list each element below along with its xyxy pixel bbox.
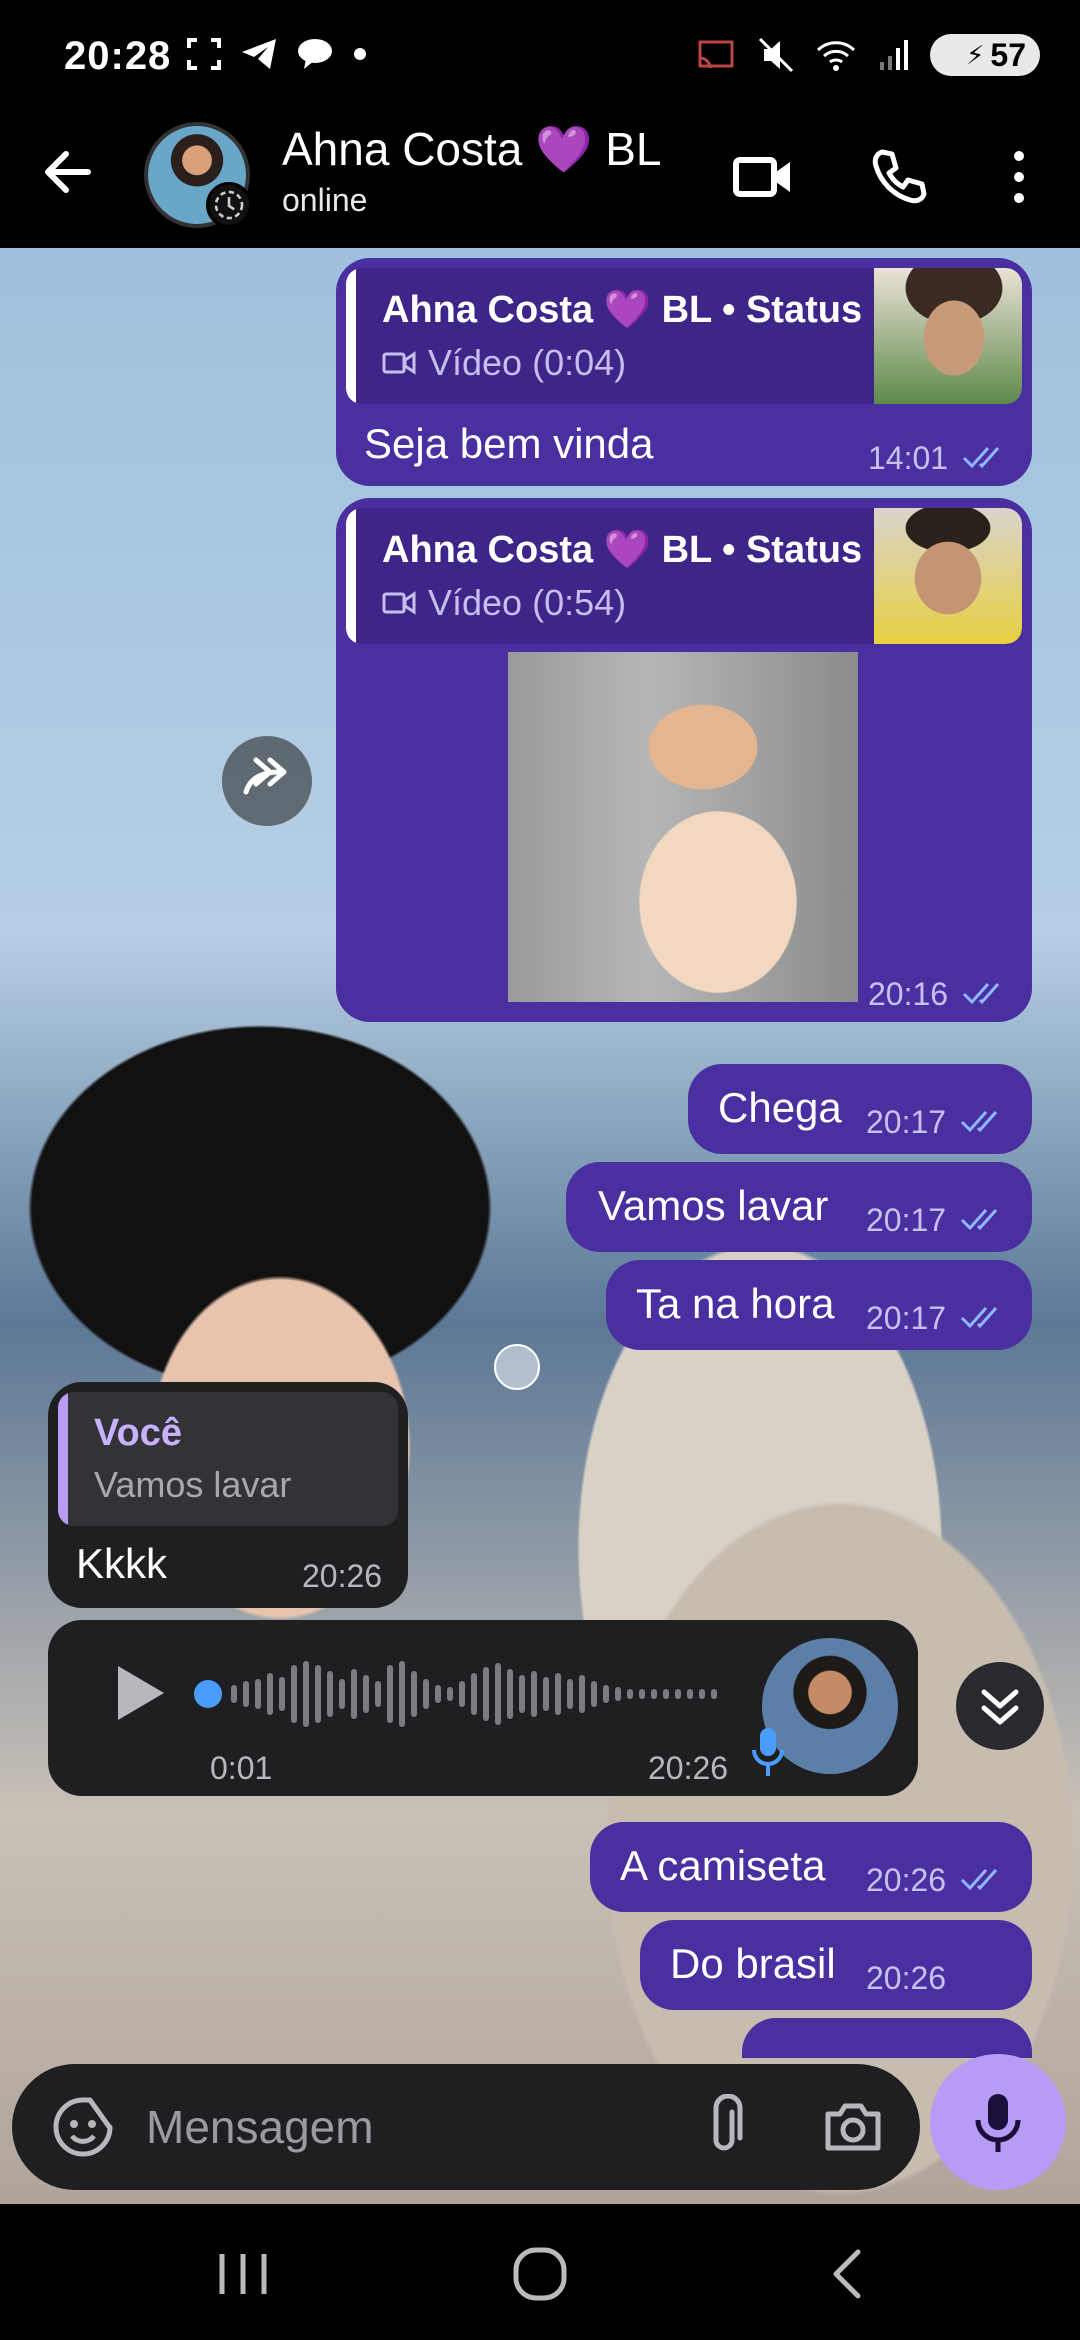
mic-icon bbox=[975, 2094, 1021, 2152]
message-time: 20:16 bbox=[868, 976, 949, 1012]
message-outgoing[interactable]: Ta na hora 20:17 bbox=[606, 1260, 1032, 1350]
message-text: Vamos lavar bbox=[598, 1182, 829, 1229]
reply-title: Ahna Costa 💜 BL • Status bbox=[382, 529, 863, 571]
message-text: A camiseta bbox=[620, 1842, 826, 1889]
back-arrow-icon[interactable] bbox=[36, 140, 100, 204]
reply-subtitle: Vamos lavar bbox=[94, 1464, 292, 1505]
telegram-icon bbox=[242, 39, 276, 69]
nav-back-icon[interactable] bbox=[818, 2244, 878, 2304]
home-icon[interactable] bbox=[508, 2242, 572, 2306]
message-outgoing[interactable]: Chega 20:17 bbox=[688, 1064, 1032, 1154]
read-ticks-icon bbox=[960, 1111, 998, 1133]
message-time: 20:17 bbox=[866, 1202, 947, 1238]
video-icon bbox=[382, 591, 416, 615]
reply-subtitle: Vídeo (0:04) bbox=[382, 342, 626, 384]
attach-icon[interactable] bbox=[692, 2094, 758, 2160]
media-dot-icon bbox=[494, 1344, 540, 1390]
notification-icons bbox=[186, 36, 368, 72]
message-text: Chega bbox=[718, 1084, 842, 1131]
status-thumbnail bbox=[874, 268, 1022, 404]
chat-header: Ahna Costa 💜 BL online bbox=[0, 118, 1080, 248]
message-time: 14:01 bbox=[868, 440, 949, 476]
recent-apps-icon[interactable] bbox=[206, 2244, 280, 2304]
message-text: Seja bem vinda bbox=[364, 420, 654, 467]
more-vertical-icon[interactable] bbox=[984, 142, 1054, 212]
battery-level: 57 bbox=[990, 36, 1026, 73]
message-outgoing-partial[interactable] bbox=[742, 2018, 1032, 2058]
message-time: 20:26 bbox=[866, 1960, 947, 1996]
message-input[interactable]: Mensagem bbox=[146, 2100, 374, 2154]
message-time: 20:26 bbox=[866, 1862, 947, 1898]
status-thumbnail bbox=[874, 508, 1022, 644]
reply-bar bbox=[346, 268, 356, 404]
message-time: 20:26 bbox=[648, 1750, 729, 1786]
message-time: 20:26 bbox=[302, 1558, 383, 1594]
reply-subtitle-text: Vídeo (0:54) bbox=[428, 582, 627, 623]
forward-icon[interactable] bbox=[222, 736, 312, 826]
message-outgoing[interactable]: Ahna Costa 💜 BL • Status Vídeo (0:04) Se… bbox=[336, 258, 1032, 486]
message-incoming[interactable]: Você Vamos lavar Kkkk 20:26 bbox=[48, 1382, 408, 1608]
cast-icon bbox=[698, 40, 734, 69]
status-reply-preview[interactable]: Ahna Costa 💜 BL • Status Vídeo (0:04) bbox=[346, 268, 1022, 404]
contact-name[interactable]: Ahna Costa 💜 BL bbox=[282, 122, 661, 177]
system-icons: ⚡ 57 bbox=[696, 34, 1040, 76]
play-icon[interactable] bbox=[102, 1658, 172, 1728]
message-time: 20:17 bbox=[866, 1104, 947, 1140]
read-ticks-icon bbox=[960, 1869, 998, 1891]
message-outgoing[interactable]: Vamos lavar 20:17 bbox=[566, 1162, 1032, 1252]
message-time: 20:17 bbox=[866, 1300, 947, 1336]
status-reply-preview[interactable]: Ahna Costa 💜 BL • Status Vídeo (0:54) bbox=[346, 508, 1022, 644]
status-ring-icon bbox=[206, 182, 252, 228]
video-call-icon[interactable] bbox=[728, 142, 798, 212]
reply-subtitle: Vídeo (0:54) bbox=[382, 582, 626, 624]
battery-charging-icon: ⚡ bbox=[966, 39, 985, 70]
read-ticks-icon bbox=[960, 1307, 998, 1329]
reply-subtitle-text: Vídeo (0:04) bbox=[428, 342, 627, 383]
message-text: Kkkk bbox=[76, 1540, 168, 1587]
dot-icon bbox=[354, 48, 366, 60]
read-ticks-icon bbox=[960, 1209, 998, 1231]
read-ticks-icon bbox=[962, 983, 1000, 1005]
double-chevron-down-icon[interactable] bbox=[956, 1662, 1044, 1750]
contact-status: online bbox=[282, 182, 368, 218]
mic-icon bbox=[752, 1728, 784, 1776]
reply-bar bbox=[346, 508, 356, 644]
wifi-icon bbox=[816, 41, 856, 71]
system-nav-bar bbox=[0, 2204, 1080, 2340]
chat-icon bbox=[298, 39, 332, 69]
reply-title: Você bbox=[94, 1412, 183, 1454]
message-input-bar: Mensagem bbox=[12, 2064, 920, 2190]
message-outgoing[interactable]: Do brasil 20:26 bbox=[640, 1920, 1032, 2010]
reply-bar bbox=[58, 1392, 68, 1526]
reply-title: Ahna Costa 💜 BL • Status bbox=[382, 289, 863, 331]
mute-icon bbox=[758, 37, 794, 73]
voice-message[interactable]: 0:01 20:26 bbox=[48, 1620, 918, 1796]
message-text: Ta na hora bbox=[636, 1280, 835, 1327]
battery-indicator: ⚡ 57 bbox=[930, 34, 1040, 76]
camera-icon[interactable] bbox=[820, 2094, 886, 2160]
record-voice-button[interactable] bbox=[930, 2054, 1066, 2190]
waveform[interactable] bbox=[194, 1654, 774, 1734]
video-icon bbox=[382, 351, 416, 375]
status-time: 20:28 bbox=[64, 34, 172, 78]
voice-elapsed: 0:01 bbox=[210, 1750, 273, 1786]
phone-icon[interactable] bbox=[864, 142, 934, 212]
cat-sticker-image[interactable] bbox=[508, 652, 858, 1002]
status-bar: 20:28 ⚡ 57 bbox=[0, 0, 1080, 118]
read-ticks-icon bbox=[962, 447, 1000, 469]
signal-icon bbox=[880, 40, 908, 70]
screenshot-icon bbox=[187, 38, 221, 70]
quoted-message[interactable]: Você Vamos lavar bbox=[58, 1392, 398, 1526]
message-outgoing[interactable]: A camiseta 20:26 bbox=[590, 1822, 1032, 1912]
message-text: Do brasil bbox=[670, 1940, 836, 1987]
waveform-graphic bbox=[194, 1661, 717, 1727]
sticker-icon[interactable] bbox=[50, 2094, 116, 2160]
